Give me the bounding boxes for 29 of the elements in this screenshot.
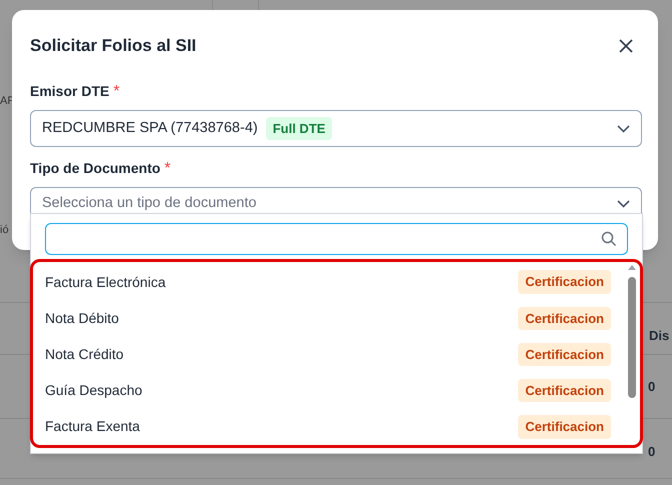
chevron-icon — [617, 124, 630, 132]
status-badge: Certificacion — [518, 270, 611, 294]
background-text: 0 — [648, 443, 656, 461]
dropdown-option[interactable]: Factura Exenta Certificacion — [33, 408, 627, 446]
background-text: ió — [0, 223, 9, 238]
select-placeholder: Selecciona un tipo de documento — [42, 194, 256, 213]
dropdown-option[interactable]: Nota Crédito Certificacion — [33, 336, 627, 373]
status-badge: Certificacion — [518, 342, 611, 366]
required-mark: * — [113, 83, 120, 100]
field-label: Emisor DTE — [30, 83, 110, 99]
close-icon — [619, 39, 633, 53]
dropdown-option[interactable]: Guía Despacho Certificacion — [33, 372, 627, 409]
select-value: REDCUMBRE SPA (77438768-4) — [42, 118, 258, 138]
background-text: 0 — [648, 378, 656, 396]
status-badge: Full DTE — [266, 116, 332, 140]
search-field[interactable] — [45, 223, 628, 255]
required-mark: * — [164, 160, 171, 177]
chevron-icon — [617, 200, 630, 208]
background-text: Dis — [649, 327, 670, 345]
status-badge: Certificacion — [518, 378, 611, 402]
status-badge: Certificacion — [518, 306, 611, 330]
field-label: Tipo de Documento — [30, 160, 160, 176]
scroll-up-icon[interactable] — [628, 264, 636, 270]
select-field[interactable]: REDCUMBRE SPA (77438768-4) Full DTE — [30, 110, 642, 147]
dialog-title: Solicitar Folios al SII — [30, 35, 196, 58]
dropdown-option[interactable]: Factura Electrónica Certificacion — [33, 264, 627, 300]
dropdown-option[interactable]: Nota Débito Certificacion — [33, 300, 627, 336]
search-icon — [601, 231, 617, 247]
status-badge: Certificacion — [518, 415, 611, 439]
